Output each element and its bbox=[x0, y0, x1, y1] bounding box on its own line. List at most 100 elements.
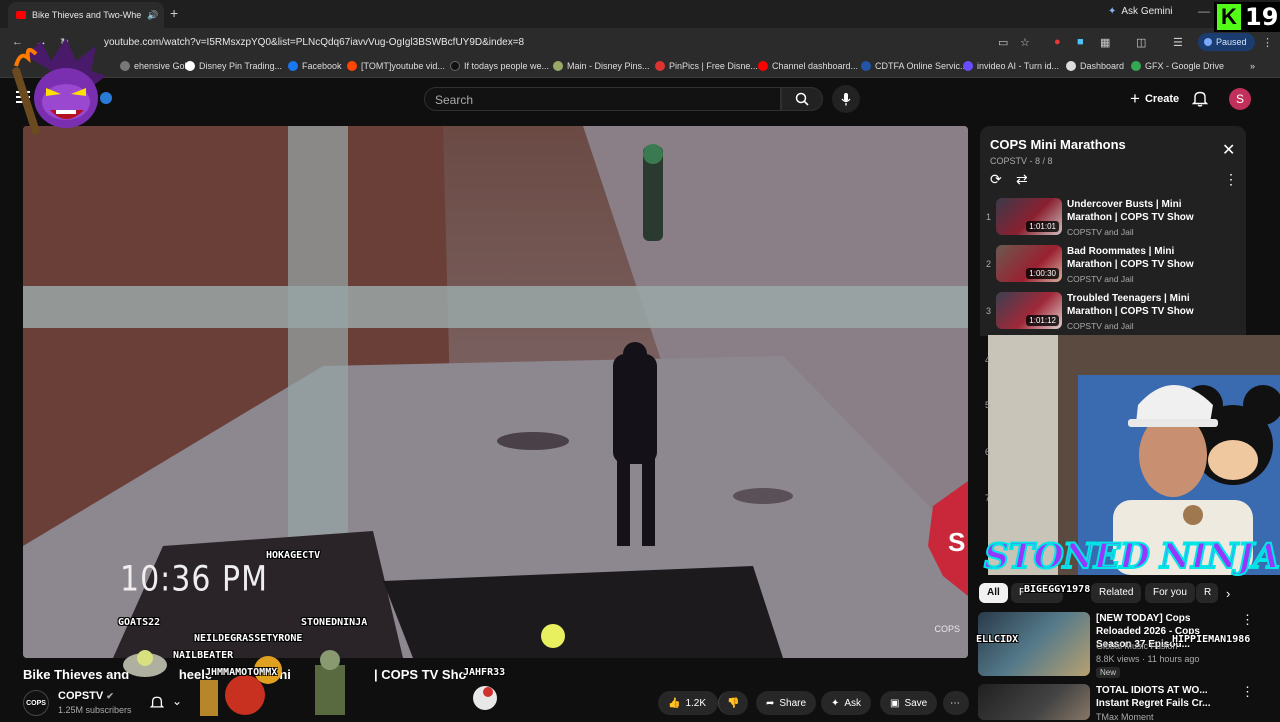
loop-icon[interactable]: ⟳ bbox=[990, 171, 1002, 188]
search-button[interactable] bbox=[781, 87, 823, 111]
playlist-item-channel: COPSTV and Jail bbox=[1067, 274, 1134, 284]
recommendation-meta: 8.8K views · 11 hours ago bbox=[1096, 654, 1200, 664]
browser-tab-bar: Bike Thieves and Two-Whe 🔊 ✕ + ✦ Ask Gem… bbox=[0, 0, 1280, 28]
bookmark-item[interactable]: [TOMT]youtube vid... bbox=[347, 61, 445, 71]
chip-related[interactable]: Related bbox=[1091, 583, 1142, 603]
profile-avatar-icon bbox=[1204, 38, 1212, 46]
bookmark-favicon-icon bbox=[185, 61, 195, 71]
bookmark-label: Facebook bbox=[302, 61, 342, 71]
search-input[interactable]: Search bbox=[424, 87, 781, 111]
create-label: Create bbox=[1144, 93, 1180, 105]
bookmark-favicon-icon bbox=[120, 61, 130, 71]
extensions-puzzle-icon[interactable]: ▦ bbox=[1100, 36, 1110, 49]
like-button[interactable]: 👍 1.2K bbox=[658, 691, 718, 715]
playlist-item-title: Bad Roommates | Mini Marathon | COPS TV … bbox=[1067, 246, 1194, 270]
bookmark-item[interactable]: PinPics | Free Disne... bbox=[655, 61, 758, 71]
playlist-title[interactable]: COPS Mini Marathons bbox=[990, 137, 1126, 152]
chat-username: JAHFR33 bbox=[463, 667, 506, 678]
share-arrow-icon: ➦ bbox=[766, 697, 775, 709]
sparkle-icon: ✦ bbox=[831, 697, 840, 709]
reddit-icon bbox=[347, 61, 357, 71]
chip-all[interactable]: All bbox=[979, 583, 1008, 603]
chat-username: HOKAGECTV bbox=[266, 550, 321, 561]
bookmark-item[interactable]: invideo AI - Turn id... bbox=[963, 61, 1059, 71]
speaker-icon[interactable]: 🔊 bbox=[147, 10, 158, 21]
notifications-bell-icon[interactable] bbox=[1191, 90, 1209, 112]
chip-for-you[interactable]: For you bbox=[1145, 583, 1195, 603]
playlist-item[interactable]: 1 1:01:01 Undercover Busts | Mini Marath… bbox=[980, 198, 1246, 242]
youtube-studio-icon bbox=[758, 61, 768, 71]
bookmark-item[interactable]: Dashboard bbox=[1066, 61, 1124, 71]
chip-more[interactable]: R bbox=[1196, 583, 1218, 603]
recommendation-item[interactable]: TOTAL IDIOTS AT WO... Instant Regret Fai… bbox=[978, 684, 1270, 722]
ask-gemini-button[interactable]: ✦ Ask Gemini bbox=[1108, 6, 1173, 17]
bookmark-favicon-icon bbox=[1066, 61, 1076, 71]
channel-name-label: COPSTV bbox=[58, 690, 104, 702]
thumbs-up-icon: 👍 bbox=[668, 697, 681, 709]
playlist-close-icon[interactable]: ✕ bbox=[1222, 140, 1235, 160]
like-count: 1.2K bbox=[685, 697, 707, 709]
split-view-icon[interactable]: ◫ bbox=[1136, 36, 1146, 49]
media-controls-icon[interactable]: ☰ bbox=[1173, 36, 1183, 49]
bookmark-item[interactable]: If todays people we... bbox=[450, 61, 549, 71]
ask-button[interactable]: ✦ Ask bbox=[821, 691, 872, 715]
playlist-item[interactable]: 3 1:01:12 Troubled Teenagers | Mini Mara… bbox=[980, 292, 1246, 336]
video-duration: 1:00:30 bbox=[1026, 268, 1059, 279]
bookmark-item[interactable]: ehensive Gol... bbox=[120, 61, 194, 71]
video-player[interactable]: S 10:36 PM COPS bbox=[23, 126, 968, 658]
bookmark-item[interactable]: GFX - Google Drive bbox=[1131, 61, 1224, 71]
playlist-thumbnail: 1:01:12 bbox=[996, 292, 1062, 329]
playlist-item[interactable]: 2 1:00:30 Bad Roommates | Mini Marathon … bbox=[980, 245, 1246, 289]
save-button[interactable]: ▣ Save bbox=[880, 691, 938, 715]
recommendation-menu-icon[interactable]: ⋮ bbox=[1241, 612, 1254, 628]
share-button[interactable]: ➦ Share bbox=[756, 691, 817, 715]
bookmark-item[interactable]: CDTFA Online Servic... bbox=[861, 61, 968, 71]
browser-tab-active[interactable]: Bike Thieves and Two-Whe 🔊 ✕ bbox=[8, 2, 164, 28]
bookmark-favicon-icon bbox=[861, 61, 871, 71]
tiktok-icon bbox=[450, 61, 460, 71]
new-tab-button[interactable]: + bbox=[170, 5, 178, 21]
more-horizontal-icon: ⋯ bbox=[950, 697, 960, 709]
chevron-down-icon[interactable]: ⌄ bbox=[172, 694, 182, 708]
more-bookmarks-icon[interactable]: » bbox=[1250, 61, 1255, 71]
profile-paused-button[interactable]: Paused bbox=[1198, 33, 1255, 51]
bookmark-item[interactable]: Channel dashboard... bbox=[758, 61, 858, 71]
extension-red-icon[interactable]: ● bbox=[1054, 36, 1061, 48]
shuffle-icon[interactable]: ⇄ bbox=[1016, 171, 1028, 188]
playlist-menu-icon[interactable]: ⋮ bbox=[1224, 171, 1238, 188]
save-label: Save bbox=[904, 697, 928, 709]
bookmark-label: CDTFA Online Servic... bbox=[875, 61, 968, 71]
bookmark-label: Disney Pin Trading... bbox=[199, 61, 283, 71]
voice-search-button[interactable] bbox=[832, 85, 860, 113]
playlist-thumbnail: 1:01:01 bbox=[996, 198, 1062, 235]
dislike-button[interactable]: 👎 bbox=[718, 691, 748, 715]
kick-count: 19 bbox=[1245, 3, 1279, 31]
channel-watermark[interactable]: COPS bbox=[934, 624, 960, 634]
bookmark-item[interactable]: Main - Disney Pins... bbox=[553, 61, 650, 71]
minimize-window-icon[interactable]: — bbox=[1198, 4, 1210, 18]
bookmark-star-icon[interactable]: ☆ bbox=[1020, 36, 1030, 49]
account-avatar[interactable]: S bbox=[1229, 88, 1251, 110]
more-actions-button[interactable]: ⋯ bbox=[943, 691, 969, 715]
playlist-item-index: 5 bbox=[985, 400, 991, 410]
create-button[interactable]: + Create bbox=[1124, 87, 1185, 111]
thumbs-down-icon: 👎 bbox=[727, 697, 740, 709]
channel-name[interactable]: COPSTV ✔ bbox=[58, 690, 114, 702]
chat-username: NEILDEGRASSETYRONE bbox=[194, 633, 303, 644]
subscription-bell-icon[interactable] bbox=[149, 695, 165, 715]
bookmark-item[interactable]: Facebook bbox=[288, 61, 342, 71]
chat-username: NAILBEATER bbox=[173, 650, 234, 661]
recommendation-channel: TMax Moment bbox=[1096, 712, 1154, 722]
browser-menu-icon[interactable]: ⋮ bbox=[1262, 36, 1273, 49]
playlist-item-index: 1 bbox=[986, 212, 992, 222]
channel-avatar[interactable]: COPS bbox=[23, 690, 49, 716]
extension-blue-icon[interactable]: ■ bbox=[1077, 36, 1084, 48]
bookmark-item[interactable]: Disney Pin Trading... bbox=[185, 61, 282, 71]
install-app-icon[interactable]: ▭ bbox=[998, 36, 1008, 49]
recommendation-menu-icon[interactable]: ⋮ bbox=[1241, 684, 1254, 700]
chevron-right-icon[interactable]: › bbox=[1226, 586, 1230, 601]
kick-follower-badge: K 19 bbox=[1214, 2, 1280, 32]
url-field[interactable]: youtube.com/watch?v=I5RMsxzpYQ0&list=PLN… bbox=[104, 37, 524, 48]
video-duration: 1:01:01 bbox=[1026, 221, 1059, 232]
microphone-icon bbox=[841, 93, 851, 106]
